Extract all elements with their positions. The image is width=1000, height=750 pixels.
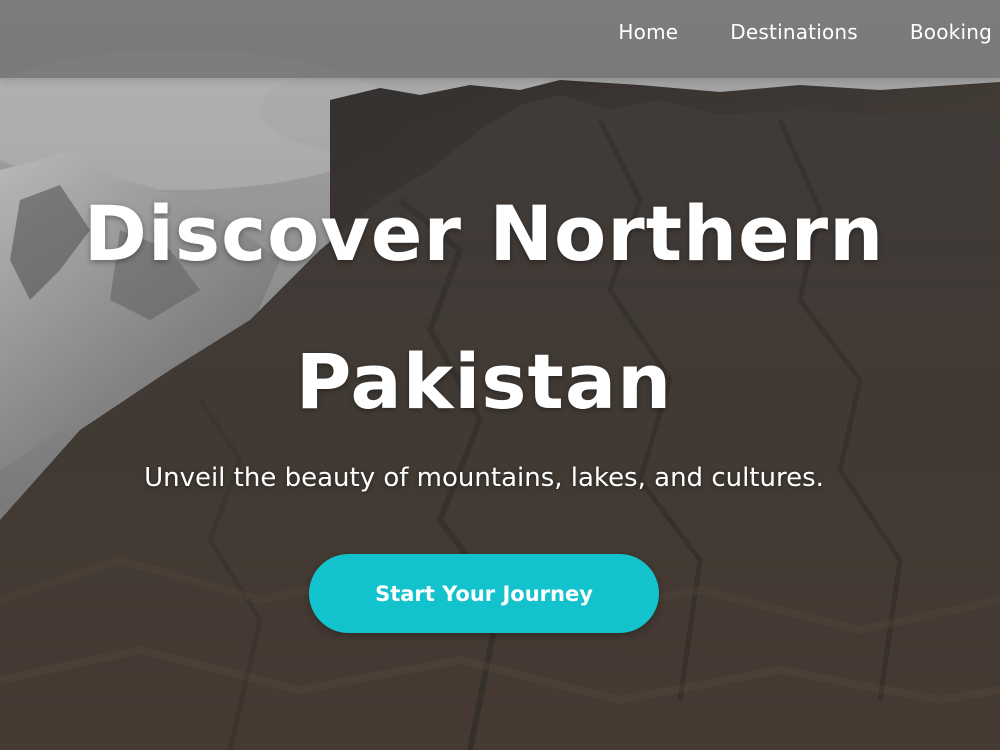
nav-link-booking[interactable]: Booking <box>910 20 992 44</box>
nav-link-destinations[interactable]: Destinations <box>730 20 858 44</box>
hero-title: Discover Northern Pakistan <box>0 160 968 456</box>
hero-subtitle: Unveil the beauty of mountains, lakes, a… <box>144 463 824 493</box>
hero-title-line1: Discover Northern <box>83 189 885 278</box>
nav-links: Home Destinations Booking <box>618 0 992 64</box>
nav-link-home[interactable]: Home <box>618 20 678 44</box>
hero-title-line2: Pakistan <box>295 337 673 426</box>
top-navbar: Home Destinations Booking <box>0 0 1000 78</box>
start-journey-button[interactable]: Start Your Journey <box>309 554 659 633</box>
hero-section: Home Destinations Booking Discover North… <box>0 0 1000 750</box>
